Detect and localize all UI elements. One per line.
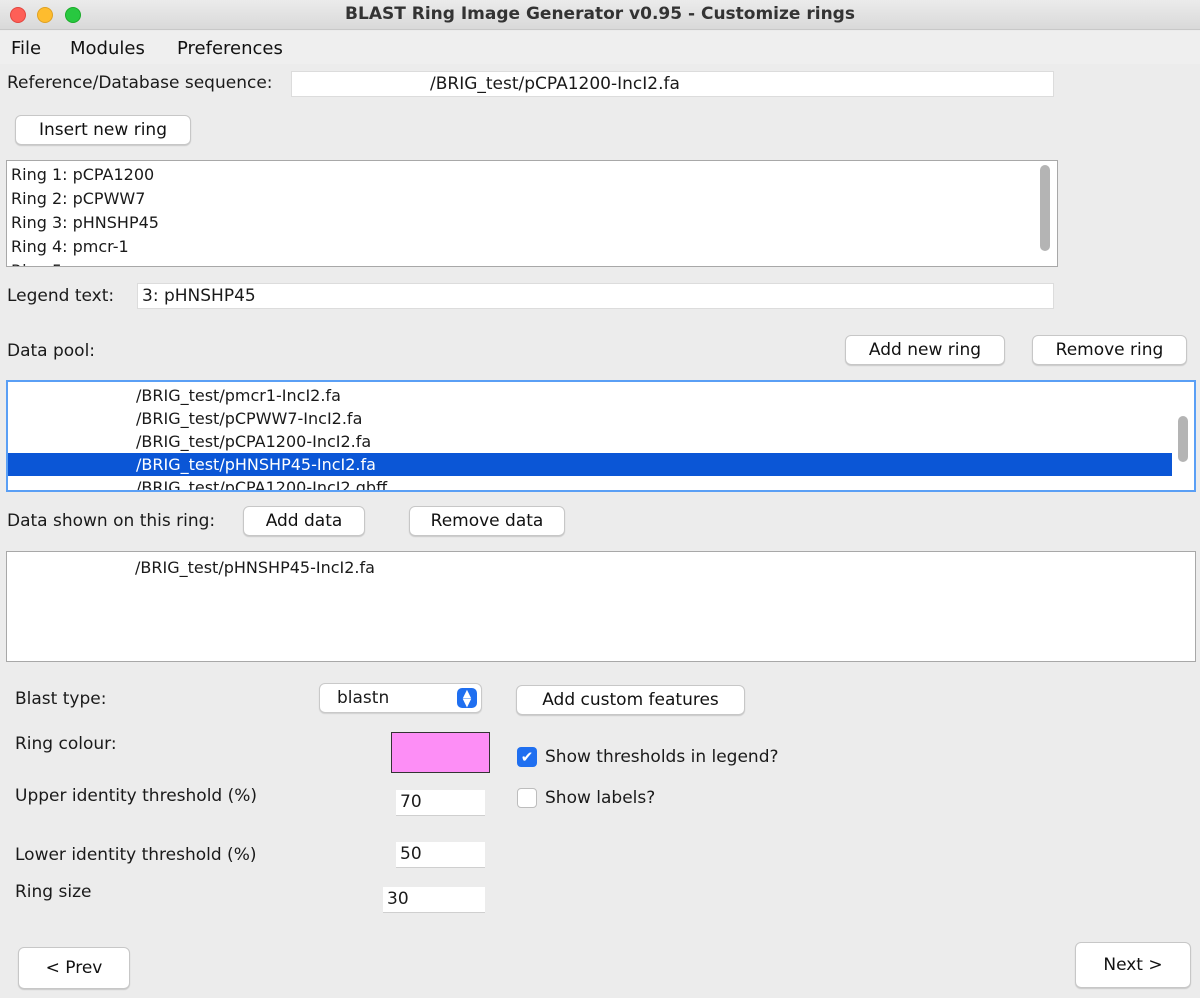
- ring-list-item[interactable]: Ring 1: pCPA1200: [7, 163, 1057, 187]
- data-pool-items: /BRIG_test/pmcr1-IncI2.fa/BRIG_test/pCPW…: [8, 382, 1194, 490]
- rings-list-items: Ring 1: pCPA1200 Ring 2: pCPWW7 Ring 3: pH…: [7, 161, 1057, 266]
- show-labels-checkbox[interactable]: [517, 788, 537, 808]
- data-pool-item[interactable]: /BRIG_test/pCPA1200-IncI2.gbff: [8, 476, 1194, 490]
- add-custom-features-button[interactable]: Add custom features: [516, 685, 745, 715]
- legend-text-value: 3: pHNSHP45: [142, 286, 256, 306]
- menu-file[interactable]: File: [11, 38, 41, 59]
- add-new-ring-button[interactable]: Add new ring: [845, 335, 1005, 365]
- chevron-updown-icon: ▲ ▼: [457, 688, 477, 708]
- remove-ring-button[interactable]: Remove ring: [1032, 335, 1187, 365]
- window-title: BLAST Ring Image Generator v0.95 - Custo…: [345, 4, 855, 24]
- add-data-button[interactable]: Add data: [243, 506, 365, 536]
- insert-new-ring-button[interactable]: Insert new ring: [15, 115, 191, 145]
- upper-threshold-field[interactable]: 70: [396, 790, 485, 816]
- ring-data-items: /BRIG_test/pHNSHP45-IncI2.fa: [7, 552, 1195, 579]
- ring-list-item[interactable]: Ring 4: pmcr-1: [7, 235, 1057, 259]
- ring-size-label: Ring size: [15, 882, 92, 902]
- next-button[interactable]: Next >: [1075, 942, 1191, 988]
- upper-threshold-value: 70: [400, 792, 422, 812]
- data-pool-item[interactable]: /BRIG_test/pCPA1200-IncI2.fa: [8, 430, 1194, 453]
- lower-threshold-field[interactable]: 50: [396, 842, 485, 868]
- ring-data-item[interactable]: /BRIG_test/pHNSHP45-IncI2.fa: [7, 556, 1195, 579]
- ring-data-label: Data shown on this ring:: [7, 511, 216, 531]
- rings-scrollbar[interactable]: [1040, 165, 1050, 251]
- remove-data-button[interactable]: Remove data: [409, 506, 565, 536]
- reference-label: Reference/Database sequence:: [7, 73, 273, 93]
- ring-list-item[interactable]: Ring 5: ...: [7, 259, 1057, 266]
- lower-threshold-value: 50: [400, 844, 422, 864]
- reference-value: /BRIG_test/pCPA1200-IncI2.fa: [430, 74, 680, 94]
- reference-field[interactable]: /BRIG_test/pCPA1200-IncI2.fa: [291, 71, 1054, 97]
- blast-type-select[interactable]: blastn ▲ ▼: [319, 683, 482, 713]
- ring-colour-swatch[interactable]: [391, 732, 490, 773]
- ring-size-value: 30: [387, 889, 409, 909]
- menu-modules[interactable]: Modules: [70, 38, 145, 59]
- ring-list-item[interactable]: Ring 3: pHNSHP45: [7, 211, 1057, 235]
- ring-list-item[interactable]: Ring 2: pCPWW7: [7, 187, 1057, 211]
- checkmark-icon: ✔: [520, 748, 534, 766]
- data-pool-item[interactable]: /BRIG_test/pHNSHP45-IncI2.fa: [8, 453, 1172, 476]
- menu-bar: File Modules Preferences: [0, 31, 1200, 64]
- data-pool-label: Data pool:: [7, 341, 96, 361]
- prev-button[interactable]: < Prev: [18, 947, 130, 989]
- title-bar: BLAST Ring Image Generator v0.95 - Custo…: [0, 0, 1200, 30]
- show-thresholds-label: Show thresholds in legend?: [545, 747, 779, 767]
- ring-colour-label: Ring colour:: [15, 734, 117, 754]
- lower-threshold-label: Lower identity threshold (%): [15, 845, 257, 865]
- data-pool-scrollbar[interactable]: [1178, 416, 1188, 462]
- blast-type-value: blastn: [337, 688, 390, 708]
- legend-text-field[interactable]: 3: pHNSHP45: [137, 283, 1054, 309]
- show-labels-label: Show labels?: [545, 788, 656, 808]
- legend-label: Legend text:: [7, 286, 115, 306]
- show-thresholds-checkbox[interactable]: ✔: [517, 747, 537, 767]
- ring-size-field[interactable]: 30: [383, 887, 485, 913]
- data-pool-item[interactable]: /BRIG_test/pmcr1-IncI2.fa: [8, 384, 1194, 407]
- upper-threshold-label: Upper identity threshold (%): [15, 786, 258, 806]
- ring-data-list[interactable]: /BRIG_test/pHNSHP45-IncI2.fa: [6, 551, 1196, 662]
- blast-type-label: Blast type:: [15, 689, 107, 709]
- rings-list[interactable]: Ring 1: pCPA1200 Ring 2: pCPWW7 Ring 3: pH…: [6, 160, 1058, 267]
- data-pool-list[interactable]: /BRIG_test/pmcr1-IncI2.fa/BRIG_test/pCPW…: [6, 380, 1196, 492]
- menu-preferences[interactable]: Preferences: [177, 38, 283, 59]
- data-pool-item[interactable]: /BRIG_test/pCPWW7-IncI2.fa: [8, 407, 1194, 430]
